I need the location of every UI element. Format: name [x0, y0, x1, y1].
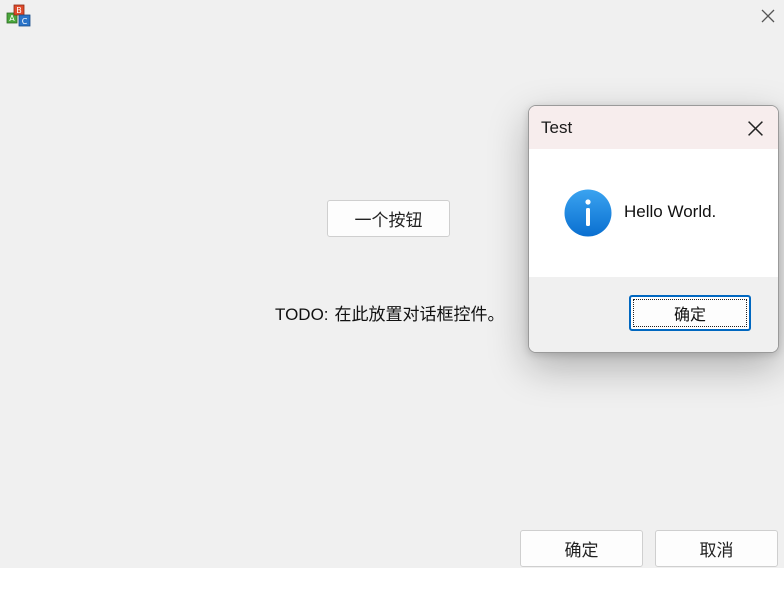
close-icon — [747, 120, 763, 136]
message-box-body: Hello World. — [529, 149, 778, 277]
message-box-close-button[interactable] — [738, 112, 772, 144]
todo-text: 在此放置对话框控件。 — [334, 305, 505, 325]
message-box: Test Hello World. 确定 — [528, 105, 779, 353]
todo-label: TODO: 在此放置对话框控件。 — [275, 300, 505, 325]
close-button[interactable] — [752, 0, 784, 32]
title-bar: A B C — [0, 0, 784, 34]
todo-key: TODO: — [275, 305, 329, 324]
svg-text:C: C — [22, 17, 28, 26]
message-text: Hello World. — [624, 202, 717, 221]
message-box-title: Test — [541, 118, 573, 137]
svg-text:B: B — [16, 6, 22, 15]
one-button[interactable]: 一个按钮 — [327, 200, 450, 237]
close-icon — [761, 9, 775, 23]
ok-button[interactable]: 确定 — [520, 530, 643, 567]
cancel-button[interactable]: 取消 — [655, 530, 778, 567]
info-icon — [564, 189, 612, 237]
message-box-footer: 确定 — [529, 277, 778, 352]
message-box-ok-button[interactable]: 确定 — [629, 295, 751, 331]
message-box-title-bar: Test — [529, 106, 778, 149]
app-blocks-icon: A B C — [6, 3, 32, 29]
